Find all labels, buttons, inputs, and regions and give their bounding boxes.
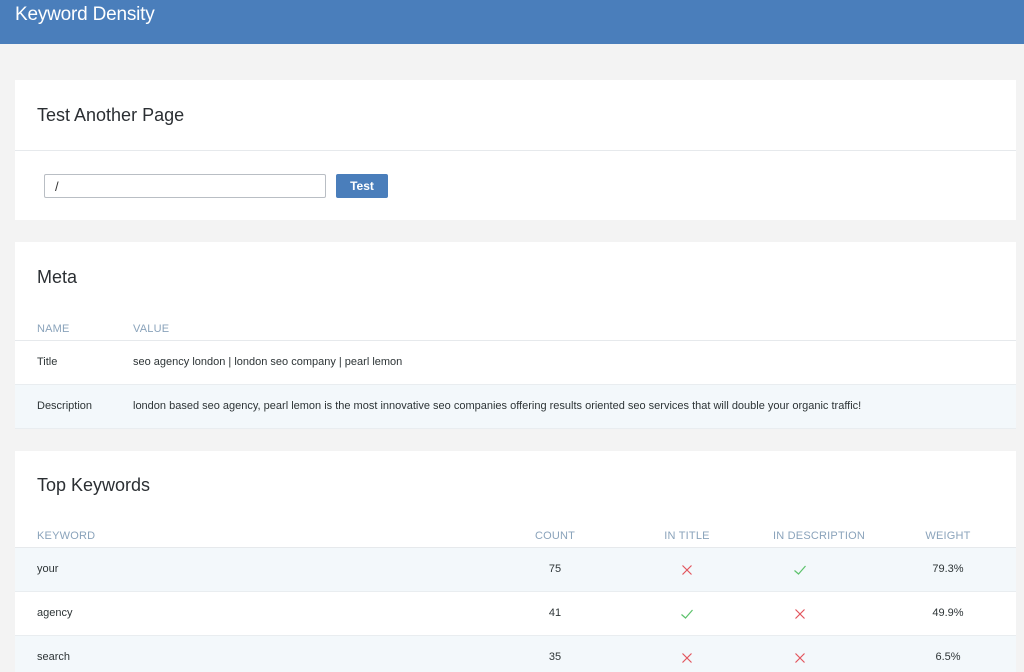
test-card-title: Test Another Page [37,105,185,125]
column-header-in-title: IN TITLE [664,530,710,542]
table-row: Title seo agency london | london seo com… [15,341,1016,385]
in-title-cell [647,651,727,665]
top-keywords-card: Top Keywords KEYWORD COUNT IN TITLE IN D… [15,451,1016,672]
divider [15,150,1016,151]
meta-table-header: NAME VALUE [15,319,1016,341]
check-icon [794,565,806,575]
app-title: Keyword Density [15,4,155,25]
cross-icon [795,653,805,663]
table-row: your 75 79.3% [15,548,1016,592]
weight-cell: 6.5% [935,651,961,663]
url-input[interactable] [44,174,326,198]
keyword-cell: your [37,563,59,575]
table-row: Description london based seo agency, pea… [15,385,1016,429]
meta-value: london based seo agency, pearl lemon is … [133,400,862,412]
keyword-cell: search [37,651,71,663]
meta-name: Title [37,356,58,368]
cross-icon [795,609,805,619]
in-description-cell [760,563,840,577]
meta-card-title: Meta [37,267,78,287]
keywords-card-title: Top Keywords [37,475,151,495]
top-bar: Keyword Density [0,0,1024,44]
in-title-cell [647,563,727,577]
count-cell: 75 [548,563,562,575]
table-row: agency 41 49.9% [15,592,1016,636]
meta-name: Description [37,400,93,412]
in-title-cell [647,607,727,621]
cross-icon [682,653,692,663]
column-header-weight: WEIGHT [925,530,971,542]
column-header-keyword: KEYWORD [37,530,96,542]
cross-icon [682,565,692,575]
weight-cell: 49.9% [932,607,964,619]
column-header-count: COUNT [534,530,576,542]
test-another-page-card: Test Another Page Test [15,80,1016,220]
column-header-value: VALUE [133,323,170,335]
test-button[interactable]: Test [336,174,388,198]
meta-value: seo agency london | london seo company |… [133,356,403,368]
count-cell: 41 [548,607,562,619]
keyword-cell: agency [37,607,73,619]
meta-card: Meta NAME VALUE Title seo agency london … [15,242,1016,429]
count-cell: 35 [548,651,562,663]
column-header-in-description: IN DESCRIPTION [772,530,866,542]
in-description-cell [760,607,840,621]
table-row: search 35 6.5% [15,636,1016,672]
check-icon [681,609,693,619]
weight-cell: 79.3% [932,563,964,575]
in-description-cell [760,651,840,665]
column-header-name: NAME [37,323,70,335]
keywords-table-header: KEYWORD COUNT IN TITLE IN DESCRIPTION WE… [15,526,1016,548]
